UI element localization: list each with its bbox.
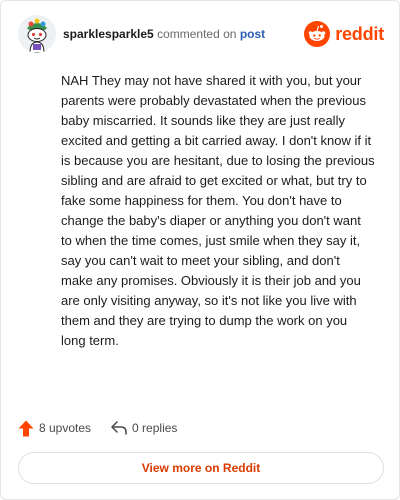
reddit-logo-icon [304,21,331,47]
user-avatar[interactable] [18,15,56,53]
reddit-wordmark: reddit [335,23,384,44]
snoo-avatar-icon [18,15,56,53]
post-link[interactable]: post [240,27,265,41]
reply-arrow-icon [111,421,127,435]
comment-header: sparklesparkle5 commented on post reddit [18,15,384,55]
upvote-button[interactable]: 8 upvotes [18,420,91,437]
reddit-logo[interactable]: reddit [304,21,384,47]
username-link[interactable]: sparklesparkle5 [63,27,154,41]
reply-count: 0 replies [132,421,178,435]
reply-button[interactable]: 0 replies [111,421,177,435]
upvote-count: 8 upvotes [39,421,92,435]
comment-byline: sparklesparkle5 commented on post [63,27,265,41]
comment-actions: 8 upvotes 0 replies [18,417,177,439]
reddit-comment-embed: sparklesparkle5 commented on post reddit… [0,0,400,500]
view-more-button[interactable]: View more on Reddit [18,452,384,484]
commented-on-text: commented on [157,27,237,41]
upvote-arrow-icon [18,420,34,436]
comment-text: NAH They may not have shared it with you… [61,73,375,348]
